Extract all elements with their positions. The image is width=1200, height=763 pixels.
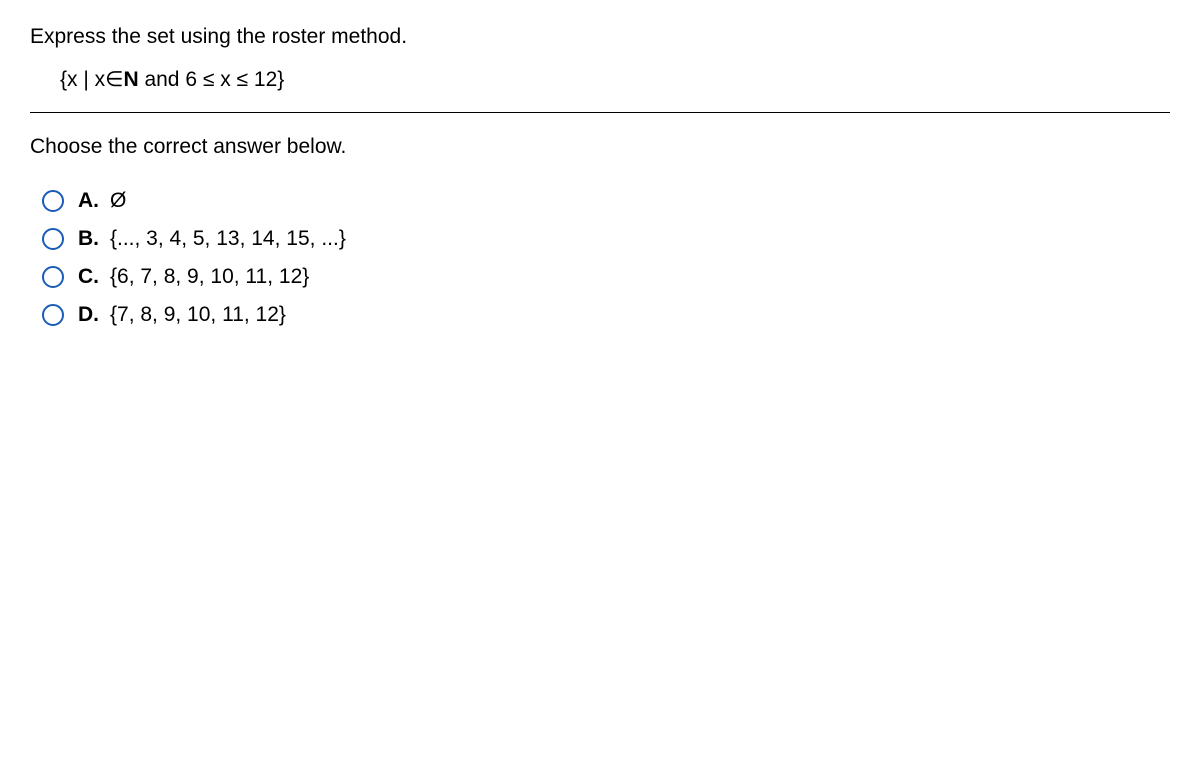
option-a-text: Ø: [110, 189, 126, 213]
divider: [30, 112, 1170, 113]
instruction-text: Choose the correct answer below.: [30, 135, 1170, 159]
option-a: A. Ø: [42, 189, 1170, 213]
expr-rest: 6 ≤ x ≤ 12}: [185, 68, 284, 91]
radio-d[interactable]: [42, 304, 64, 326]
option-c-text: {6, 7, 8, 9, 10, 11, 12}: [110, 265, 309, 289]
option-d: D. {7, 8, 9, 10, 11, 12}: [42, 303, 1170, 327]
option-b-label: B.: [78, 227, 102, 251]
expr-and: and: [139, 68, 186, 91]
set-expression: {x | x∈N and 6 ≤ x ≤ 12}: [60, 67, 1170, 92]
question-prompt: Express the set using the roster method.: [30, 25, 1170, 49]
option-b: B. {..., 3, 4, 5, 13, 14, 15, ...}: [42, 227, 1170, 251]
option-c: C. {6, 7, 8, 9, 10, 11, 12}: [42, 265, 1170, 289]
radio-b[interactable]: [42, 228, 64, 250]
expr-prefix: {x | x: [60, 68, 105, 91]
radio-c[interactable]: [42, 266, 64, 288]
radio-a[interactable]: [42, 190, 64, 212]
option-d-text: {7, 8, 9, 10, 11, 12}: [110, 303, 286, 327]
option-a-label: A.: [78, 189, 102, 213]
option-b-text: {..., 3, 4, 5, 13, 14, 15, ...}: [110, 227, 346, 251]
option-d-label: D.: [78, 303, 102, 327]
option-c-label: C.: [78, 265, 102, 289]
expr-natural-set: N: [123, 68, 138, 91]
options-group: A. Ø B. {..., 3, 4, 5, 13, 14, 15, ...} …: [42, 189, 1170, 327]
expr-element-of: ∈: [105, 68, 123, 91]
